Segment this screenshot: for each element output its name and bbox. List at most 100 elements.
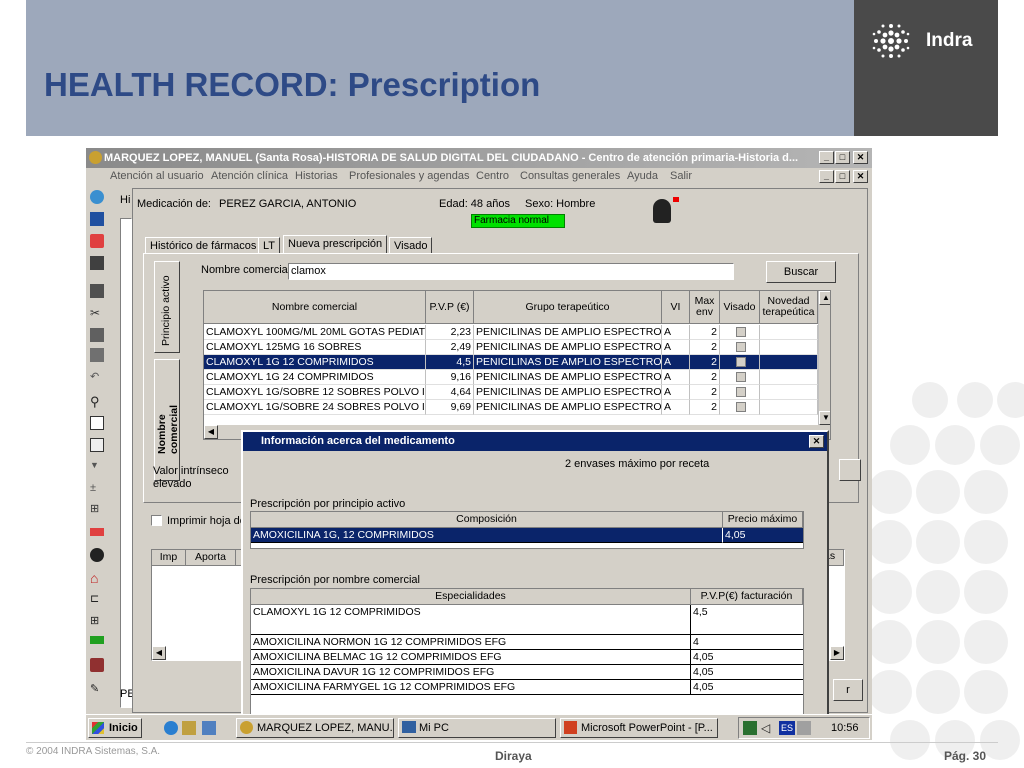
menu-atencion-usuario[interactable]: Atención al usuario	[110, 170, 204, 182]
taskbar-item-app[interactable]: MARQUEZ LOPEZ, MANU...	[236, 718, 394, 738]
comp-header-precio[interactable]: Precio máximo	[723, 512, 803, 528]
lower-scroll-right-icon[interactable]: ▶	[830, 646, 844, 660]
comp-row-name[interactable]: AMOXICILINA 1G, 12 COMPRIMIDOS	[251, 528, 723, 543]
scroll-left-icon[interactable]: ◀	[204, 425, 218, 439]
menu-centro[interactable]: Centro	[476, 170, 509, 182]
tab-nueva-prescripcion[interactable]: Nueva prescripción	[283, 235, 388, 255]
search-input[interactable]: clamox	[288, 263, 734, 280]
network-icon[interactable]: ⊞	[90, 614, 104, 628]
volume-icon[interactable]: ◁	[761, 721, 775, 735]
list-item[interactable]: AMOXICILINA NORMON 1G 12 COMPRIMIDOS EFG…	[251, 635, 803, 650]
bed-icon[interactable]: ⊏	[90, 592, 104, 606]
visado-checkbox[interactable]	[735, 402, 746, 412]
tray-app-icon[interactable]	[743, 721, 757, 735]
cell-max: 2	[690, 340, 720, 355]
notebook-icon[interactable]	[90, 212, 104, 226]
lower-scroll-left-icon[interactable]: ◀	[152, 646, 166, 660]
table-row[interactable]: CLAMOXYL 1G 24 COMPRIMIDOS 9,16 PENICILINA…	[204, 370, 818, 385]
visado-checkbox[interactable]	[735, 372, 746, 382]
grid-header-pvp[interactable]: P.V.P (€)	[426, 291, 474, 324]
tree-icon[interactable]: ⊞	[90, 502, 104, 516]
card-icon[interactable]	[90, 528, 104, 536]
document-icon[interactable]	[90, 416, 104, 430]
tool-icon[interactable]: ✎	[90, 682, 104, 696]
scroll-up-icon[interactable]: ▲	[819, 291, 830, 305]
menu-consultas[interactable]: Consultas generales	[520, 170, 620, 182]
table-row[interactable]: CLAMOXYL 1G 12 COMPRIMIDOS 4,5 PENICILINAS…	[204, 355, 818, 370]
minus-icon[interactable]: ±	[90, 482, 104, 496]
clipped-button-1[interactable]	[839, 459, 861, 481]
menu-ayuda[interactable]: Ayuda	[627, 170, 658, 182]
grid-header-visado[interactable]: Visado	[720, 291, 760, 324]
pages-icon[interactable]	[90, 438, 104, 452]
ie-icon[interactable]	[164, 721, 178, 735]
grid-header-max[interactable]: Max env	[690, 291, 720, 324]
table-row[interactable]: CLAMOXYL 125MG 16 SOBRES 2,49 PENICILINAS …	[204, 340, 818, 355]
glass-icon[interactable]	[90, 658, 104, 672]
esp-first-name[interactable]: CLAMOXYL 1G 12 COMPRIMIDOS	[251, 605, 691, 635]
taskbar-item-powerpoint[interactable]: Microsoft PowerPoint - [P...	[560, 718, 718, 738]
visado-checkbox[interactable]	[735, 327, 746, 337]
tree-view[interactable]	[120, 218, 132, 708]
menu-profesionales[interactable]: Profesionales y agendas	[349, 170, 469, 182]
esp-header-especialidades[interactable]: Especialidades	[251, 589, 691, 605]
visado-checkbox[interactable]	[735, 357, 746, 367]
list-item[interactable]: AMOXICILINA BELMAC 1G 12 COMPRIMIDOS EFG…	[251, 650, 803, 665]
grid-header-grupo[interactable]: Grupo terapeútico	[474, 291, 662, 324]
globe-icon[interactable]	[90, 190, 104, 204]
search-icon[interactable]: ⚲	[90, 394, 104, 409]
dialog-close-button[interactable]: ✕	[809, 435, 824, 448]
visado-checkbox[interactable]	[735, 342, 746, 352]
scissors-icon[interactable]: ✂	[90, 306, 104, 320]
table-row[interactable]: CLAMOXYL 100MG/ML 20ML GOTAS PEDIAT 2,23 P…	[204, 325, 818, 340]
esp-first-price[interactable]: 4,5	[691, 605, 803, 635]
child-close-button[interactable]: ✕	[853, 170, 868, 183]
undo-icon[interactable]: ↶	[90, 370, 104, 384]
vtab-principio-activo[interactable]: Principio activo	[154, 261, 180, 353]
footer-rule	[26, 742, 998, 743]
paste-icon[interactable]	[90, 328, 104, 342]
arrow-down-icon[interactable]: ▼	[90, 460, 104, 474]
comp-header-composicion[interactable]: Composición	[251, 512, 723, 528]
esp-header-pvp[interactable]: P.V.P(€) facturación	[691, 589, 803, 605]
outlook-icon[interactable]	[182, 721, 196, 735]
list-item[interactable]: AMOXICILINA DAVUR 1G 12 COMPRIMIDOS EFG 4…	[251, 665, 803, 680]
section-principio-activo: Prescripción por principio activo	[250, 498, 406, 510]
minimize-button[interactable]: _	[819, 151, 834, 164]
desktop-icon[interactable]	[202, 721, 216, 735]
vtab-nombre-comercial[interactable]: Nombre comercial	[154, 359, 180, 481]
grid-header-novedad[interactable]: Novedad terapeútica	[760, 291, 818, 324]
syringe-icon[interactable]	[90, 234, 104, 248]
scroll-down-icon[interactable]: ▼	[819, 411, 830, 425]
copy-icon[interactable]	[90, 256, 104, 270]
flag-icon[interactable]	[90, 636, 104, 644]
network-tray-icon[interactable]	[797, 721, 811, 735]
child-restore-button[interactable]: □	[835, 170, 850, 183]
stop-icon[interactable]	[90, 284, 104, 298]
menu-historias[interactable]: Historias	[295, 170, 338, 182]
table-row[interactable]: CLAMOXYL 1G/SOBRE 12 SOBRES POLVO I 4,64 P…	[204, 385, 818, 400]
patient-avatar-icon	[653, 199, 671, 223]
maximize-button[interactable]: □	[835, 151, 850, 164]
list-item[interactable]: AMOXICILINA FARMYGEL 1G 12 COMPRIMIDOS E…	[251, 680, 803, 695]
visado-checkbox[interactable]	[735, 387, 746, 397]
table-row[interactable]: CLAMOXYL 1G/SOBRE 24 SOBRES POLVO I 9,69 P…	[204, 400, 818, 415]
close-button[interactable]: ✕	[853, 151, 868, 164]
lower-header-aporta[interactable]: Aporta	[186, 550, 236, 566]
menu-salir[interactable]: Salir	[670, 170, 692, 182]
grid-header-vi[interactable]: VI	[662, 291, 690, 324]
clipped-button-2[interactable]: r	[833, 679, 863, 701]
language-indicator[interactable]: ES	[779, 721, 795, 735]
house-icon[interactable]: ⌂	[90, 570, 104, 586]
grid-header-nombre[interactable]: Nombre comercial	[204, 291, 426, 324]
imprimir-checkbox[interactable]	[151, 515, 162, 526]
comp-row-price[interactable]: 4,05	[723, 528, 803, 543]
child-minimize-button[interactable]: _	[819, 170, 834, 183]
grid-vscrollbar[interactable]: ▲ ▼	[818, 291, 830, 425]
lower-header-imp[interactable]: Imp	[152, 550, 186, 566]
person-icon[interactable]	[90, 548, 104, 562]
menu-atencion-clinica[interactable]: Atención clínica	[211, 170, 288, 182]
taskbar-item-mipc[interactable]: Mi PC	[398, 718, 556, 738]
print-icon[interactable]	[90, 348, 104, 362]
search-button[interactable]: Buscar	[766, 261, 836, 283]
